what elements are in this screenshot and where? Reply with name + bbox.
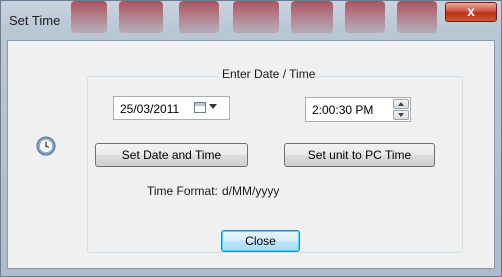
arrow-down-icon — [398, 113, 404, 117]
date-picker[interactable]: 25/03/2011 — [113, 96, 230, 120]
window-title: Set Time — [9, 13, 61, 28]
groupbox-label: Enter Date / Time — [218, 67, 320, 81]
calendar-icon[interactable] — [194, 102, 206, 113]
title-bar-background — [1, 1, 502, 41]
time-format-value: d/MM/yyyy — [222, 184, 280, 198]
time-picker[interactable]: 2:00:30 PM — [305, 97, 411, 122]
set-unit-to-pc-time-button[interactable]: Set unit to PC Time — [284, 143, 435, 167]
time-spin-down-button[interactable] — [393, 110, 409, 120]
arrow-up-icon — [398, 102, 404, 106]
close-button[interactable]: Close — [221, 230, 300, 252]
time-value: 2:00:30 PM — [312, 103, 374, 117]
date-value: 25/03/2011 — [120, 102, 180, 116]
time-format-label: Time Format: — [147, 184, 218, 198]
chevron-down-icon[interactable] — [209, 104, 217, 109]
time-spinner — [393, 99, 409, 120]
time-spin-up-button[interactable] — [393, 99, 409, 109]
clock-icon — [36, 136, 56, 156]
window-close-button[interactable]: x — [445, 2, 497, 22]
set-date-and-time-button[interactable]: Set Date and Time — [95, 143, 248, 167]
